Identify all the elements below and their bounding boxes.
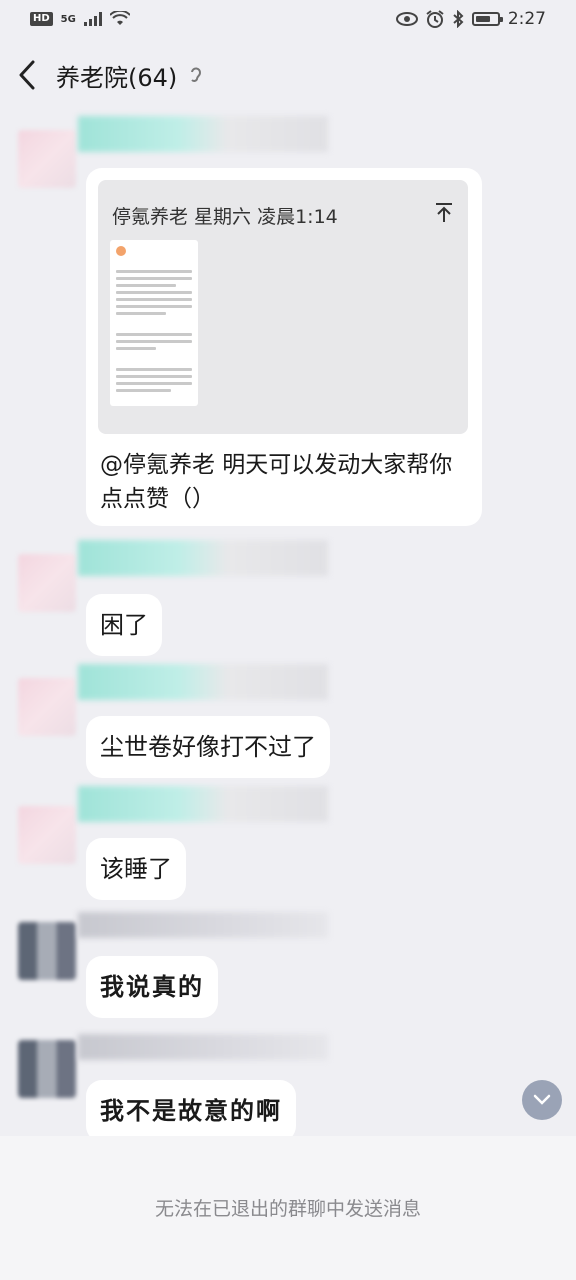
earpiece-icon[interactable] <box>189 65 203 85</box>
quoted-message[interactable]: 停氪养老 星期六 凌晨1:14 <box>98 180 468 434</box>
sender-row <box>0 540 576 612</box>
message-bubble[interactable]: 我说真的 <box>86 956 218 1018</box>
chat-screen: HD 5G 2:27 养老院(64) 停氪养老 星期六 凌晨1:14 @停氪养老… <box>0 0 576 1280</box>
sender-name-blurred <box>78 786 328 822</box>
avatar[interactable] <box>18 806 76 864</box>
alarm-icon <box>426 10 444 28</box>
status-time: 2:27 <box>507 9 546 29</box>
chat-title[interactable]: 养老院(64) <box>56 58 177 93</box>
chevron-down-icon <box>533 1094 551 1105</box>
quote-message-bubble[interactable]: 停氪养老 星期六 凌晨1:14 @停氪养老 明天可以发动大家帮你点点赞（） <box>86 168 482 526</box>
status-right: 2:27 <box>395 9 546 29</box>
scroll-to-bottom-button[interactable] <box>522 1080 562 1120</box>
avatar[interactable] <box>18 922 76 980</box>
status-left: HD 5G <box>30 11 130 27</box>
signal-icon <box>83 12 102 26</box>
message-text: @停氪养老 明天可以发动大家帮你点点赞（） <box>100 452 453 512</box>
sender-name-blurred <box>78 1034 328 1060</box>
message-text: 我不是故意的啊 <box>100 1096 282 1125</box>
message-text: 困了 <box>100 611 148 639</box>
input-bar-disabled: 无法在已退出的群聊中发送消息 <box>0 1136 576 1280</box>
message-text: 该睡了 <box>100 855 172 883</box>
cannot-send-notice: 无法在已退出的群聊中发送消息 <box>154 1197 421 1220</box>
screenshot-thumbnail[interactable] <box>110 240 198 406</box>
battery-icon <box>471 12 503 26</box>
wifi-icon <box>109 11 130 25</box>
message-bubble[interactable]: 我不是故意的啊 <box>86 1080 296 1142</box>
sender-name-blurred <box>78 116 328 152</box>
message-text: 尘世卷好像打不过了 <box>100 733 316 761</box>
back-button[interactable] <box>18 55 52 95</box>
network-type-label: 5G <box>60 13 76 25</box>
chat-header: 养老院(64) <box>0 40 576 110</box>
back-icon <box>19 60 35 90</box>
sender-name-blurred <box>78 540 328 576</box>
message-bubble[interactable]: 尘世卷好像打不过了 <box>86 716 330 778</box>
avatar[interactable] <box>18 554 76 612</box>
message-bubble[interactable]: 困了 <box>86 594 162 656</box>
bluetooth-icon <box>453 10 464 28</box>
thumbnail-avatar-icon <box>116 246 126 256</box>
status-bar: HD 5G 2:27 <box>0 0 576 38</box>
quote-header: 停氪养老 星期六 凌晨1:14 <box>112 206 338 228</box>
message-text: 我说真的 <box>100 972 204 1001</box>
jump-to-top-icon[interactable] <box>434 202 454 224</box>
message-bubble[interactable]: 该睡了 <box>86 838 186 900</box>
avatar[interactable] <box>18 1040 76 1098</box>
eye-icon <box>395 12 418 26</box>
avatar[interactable] <box>18 678 76 736</box>
sender-row <box>0 786 576 864</box>
avatar[interactable] <box>18 130 76 188</box>
hd-icon: HD <box>30 12 53 26</box>
sender-name-blurred <box>78 912 328 938</box>
sender-name-blurred <box>78 664 328 700</box>
